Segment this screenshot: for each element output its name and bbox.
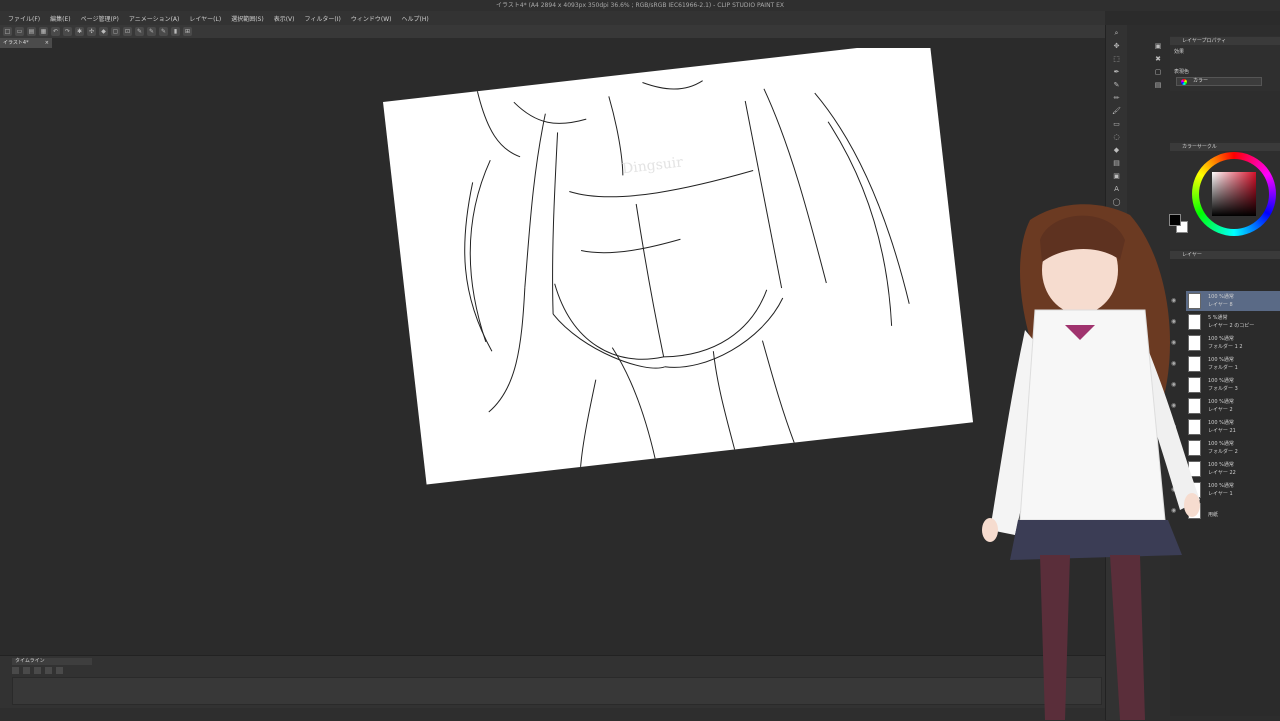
canvas-paper[interactable]: Dingsuir <box>383 48 974 485</box>
deselect-icon[interactable]: ⊡ <box>123 27 132 36</box>
brush-icon[interactable]: 🖌 <box>1110 106 1124 116</box>
menu-file[interactable]: ファイル(F) <box>8 14 40 23</box>
open-icon[interactable]: ▭ <box>15 27 24 36</box>
play-icon[interactable] <box>23 666 30 674</box>
select-icon[interactable]: ⬚ <box>1110 54 1124 64</box>
menu-page[interactable]: ページ管理(P) <box>81 14 119 23</box>
pen3-icon[interactable]: ✎ <box>159 27 168 36</box>
timeline-panel: タイムライン <box>0 655 1105 721</box>
gradient-icon[interactable]: ▤ <box>1110 158 1124 168</box>
layer-property-header: レイヤープロパティ <box>1170 37 1280 45</box>
pencil-icon[interactable]: ✏ <box>1110 93 1124 103</box>
zoom-icon[interactable]: ⌕ <box>1110 28 1124 38</box>
ruler-icon[interactable]: ▮ <box>171 27 180 36</box>
menu-help[interactable]: ヘルプ(H) <box>401 14 428 23</box>
text-icon[interactable]: A <box>1110 184 1124 194</box>
menu-window[interactable]: ウィンドウ(W) <box>351 14 392 23</box>
color-panel-header: カラーサークル <box>1170 143 1280 151</box>
redo-icon[interactable]: ↷ <box>63 27 72 36</box>
prev-frame-icon[interactable] <box>45 666 52 674</box>
transform-icon[interactable]: ✣ <box>87 27 96 36</box>
document-tab[interactable]: イラスト4* × <box>0 38 52 48</box>
expression-color-label: 表現色 <box>1174 69 1190 75</box>
snap-icon[interactable]: ⊞ <box>183 27 192 36</box>
foreground-color-swatch[interactable] <box>1169 214 1181 226</box>
expression-color-select[interactable]: カラー <box>1176 77 1262 86</box>
expression-color-value: カラー <box>1193 78 1209 84</box>
menu-selection[interactable]: 選択範囲(S) <box>231 14 264 23</box>
color-mode-icon <box>1181 79 1187 85</box>
subtool-c-icon[interactable]: ▢ <box>1151 67 1165 77</box>
subtool-d-icon[interactable]: ▤ <box>1151 80 1165 90</box>
undo-icon[interactable]: ↶ <box>51 27 60 36</box>
timeline-track[interactable] <box>12 677 1102 705</box>
save-icon[interactable]: ▤ <box>27 27 36 36</box>
saturation-value-square[interactable] <box>1212 172 1256 216</box>
figure-icon[interactable]: ▣ <box>1110 171 1124 181</box>
subtool-b-icon[interactable]: ✖ <box>1151 54 1165 64</box>
fill-tool-icon[interactable]: ◆ <box>1110 145 1124 155</box>
menu-animation[interactable]: アニメーション(A) <box>129 14 180 23</box>
effect-label: 効果 <box>1174 49 1185 55</box>
close-icon[interactable]: × <box>45 38 49 48</box>
settings-icon[interactable]: ✱ <box>75 27 84 36</box>
eyedropper-icon[interactable]: ✒ <box>1110 67 1124 77</box>
subtool-a-icon[interactable]: ▣ <box>1151 41 1165 51</box>
canvas-area[interactable]: Dingsuir <box>0 48 1105 658</box>
new-icon[interactable]: □ <box>3 27 12 36</box>
window-title: イラスト4* (A4 2894 x 4093px 350dpi 36.6% ; … <box>0 0 1280 11</box>
subtool-column: ▣ ✖ ▢ ▤ <box>1147 38 1169 98</box>
new-timeline-icon[interactable] <box>12 666 19 674</box>
clear-icon[interactable]: ▢ <box>111 27 120 36</box>
menu-bar: ファイル(F) 編集(E) ページ管理(P) アニメーション(A) レイヤー(L… <box>0 11 1105 25</box>
line-art-drawing <box>464 80 910 468</box>
move-icon[interactable]: ✥ <box>1110 41 1124 51</box>
timeline-footer <box>0 708 1105 721</box>
stop-icon[interactable] <box>34 666 41 674</box>
export-icon[interactable]: ▦ <box>39 27 48 36</box>
pen-icon[interactable]: ✎ <box>135 27 144 36</box>
timeline-controls <box>12 665 1102 675</box>
command-bar: □ ▭ ▤ ▦ ↶ ↷ ✱ ✣ ◆ ▢ ⊡ ✎ ✎ ✎ ▮ ⊞ <box>0 25 1105 38</box>
fill-icon[interactable]: ◆ <box>99 27 108 36</box>
vtuber-avatar <box>982 204 1200 720</box>
timeline-header: タイムライン <box>12 658 92 665</box>
menu-filter[interactable]: フィルター(I) <box>305 14 341 23</box>
pen-tool-icon[interactable]: ✎ <box>1110 80 1124 90</box>
blend-icon[interactable]: ◌ <box>1110 132 1124 142</box>
pen2-icon[interactable]: ✎ <box>147 27 156 36</box>
next-frame-icon[interactable] <box>56 666 63 674</box>
document-tab-label: イラスト4* <box>3 40 29 46</box>
menu-view[interactable]: 表示(V) <box>274 14 295 23</box>
menu-layer[interactable]: レイヤー(L) <box>189 14 221 23</box>
eraser-icon[interactable]: ▭ <box>1110 119 1124 129</box>
menu-edit[interactable]: 編集(E) <box>50 14 70 23</box>
